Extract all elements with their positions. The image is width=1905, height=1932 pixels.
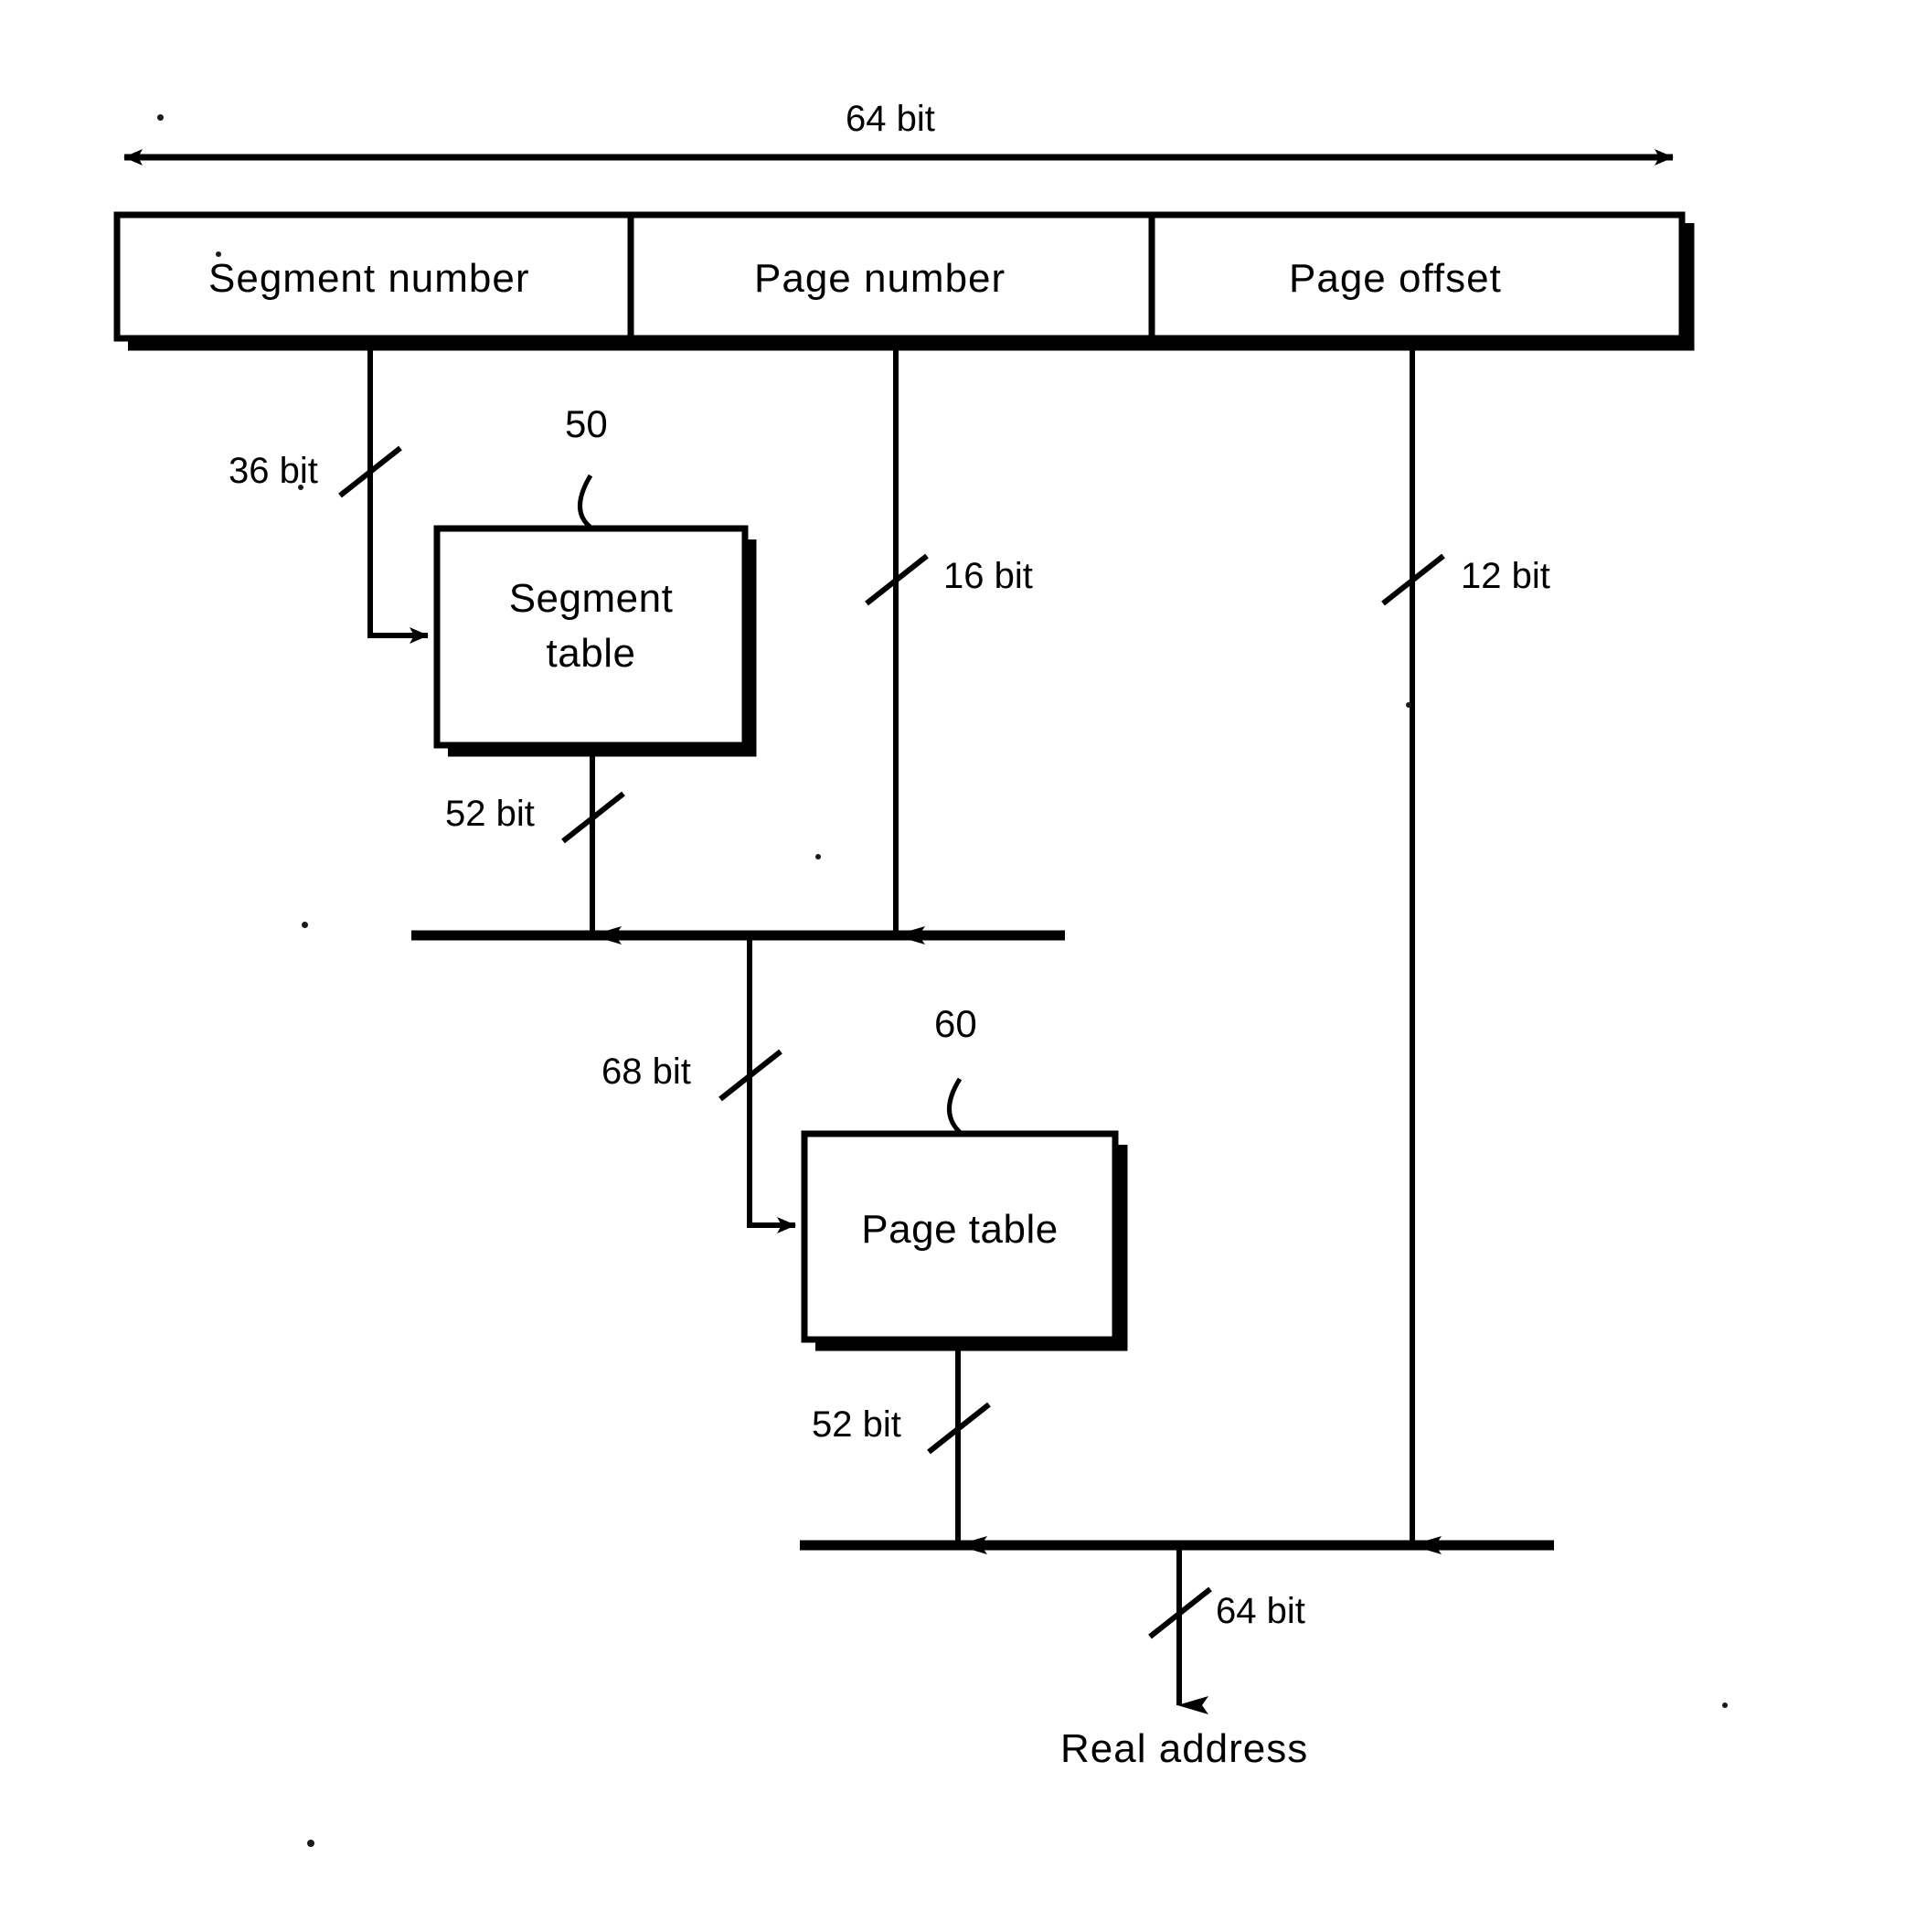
segment-table-reference-numeral: 50: [565, 402, 608, 445]
real-address-width-label: 64 bit: [1216, 1591, 1305, 1631]
page-offset-width-label: 12 bit: [1461, 556, 1550, 596]
segment-table-output-line: [561, 745, 625, 945]
segment-table-label-line2: table: [546, 631, 636, 676]
page-table-output-width-label: 52 bit: [812, 1404, 901, 1445]
scan-speck: [157, 114, 164, 121]
page-table-output-line: [927, 1340, 991, 1554]
real-address-output-label: Real address: [1060, 1726, 1309, 1771]
scan-speck: [298, 485, 303, 490]
page-table-reference-numeral: 60: [934, 1002, 977, 1045]
segment-number-feed-line: [338, 338, 429, 644]
page-offset-feed-line: [1381, 338, 1445, 1554]
scan-speck: [1406, 702, 1411, 708]
page-number-width-label: 16 bit: [943, 556, 1033, 596]
address-field-page-offset-label: Page offset: [1289, 256, 1502, 301]
figure-canvas: 64 bit Segment number Page number Page o…: [0, 0, 1905, 1932]
segment-table-output-width-label: 52 bit: [445, 794, 535, 834]
real-address-output-line: [1148, 1545, 1212, 1714]
page-table-feed-line: [718, 935, 796, 1233]
segment-number-width-label: 36 bit: [229, 451, 318, 491]
scan-speck: [307, 1840, 314, 1847]
scan-speck: [815, 854, 821, 859]
scan-speck: [1722, 1703, 1728, 1708]
scan-speck: [302, 922, 308, 928]
address-field-page-number-label: Page number: [754, 256, 1006, 301]
scan-speck: [216, 251, 221, 257]
page-number-feed-line: [865, 338, 929, 945]
segment-table-leader-line: [578, 474, 594, 531]
segment-table-label-line1: Segment: [508, 576, 674, 621]
page-table-leader-line: [947, 1077, 963, 1136]
page-table-input-width-label: 68 bit: [601, 1051, 691, 1092]
overall-width-label: 64 bit: [846, 99, 935, 139]
address-field-segment-number-label: Segment number: [208, 256, 530, 301]
page-table-label-line1: Page table: [861, 1207, 1059, 1252]
